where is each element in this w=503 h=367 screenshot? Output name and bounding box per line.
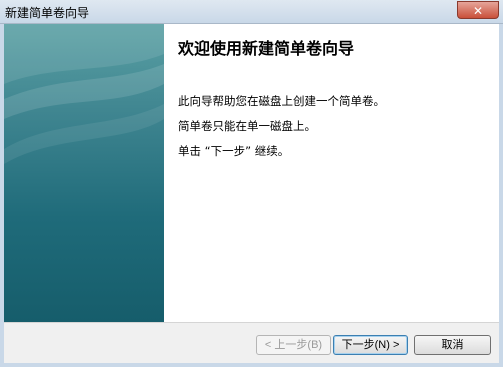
title-bar: 新建简单卷向导 ✕ — [0, 0, 503, 24]
close-button[interactable]: ✕ — [457, 1, 499, 19]
next-button[interactable]: 下一步(N) > — [333, 335, 408, 355]
window-title: 新建简单卷向导 — [5, 6, 90, 20]
close-icon: ✕ — [472, 4, 484, 18]
banner-graphic — [4, 24, 164, 164]
button-bar: < 上一步(B) 下一步(N) > 取消 — [4, 322, 499, 363]
cancel-button[interactable]: 取消 — [414, 335, 491, 355]
instruction-text: 单击 “下一步” 继续。 — [178, 144, 290, 158]
wizard-side-banner — [4, 24, 164, 322]
intro-text: 此向导帮助您在磁盘上创建一个简单卷。 — [178, 94, 385, 108]
wizard-heading: 欢迎使用新建简单卷向导 — [178, 39, 355, 58]
wizard-body: 欢迎使用新建简单卷向导 此向导帮助您在磁盘上创建一个简单卷。 简单卷只能在单一磁… — [4, 24, 499, 322]
info-text: 简单卷只能在单一磁盘上。 — [178, 119, 316, 133]
back-button[interactable]: < 上一步(B) — [256, 335, 331, 355]
